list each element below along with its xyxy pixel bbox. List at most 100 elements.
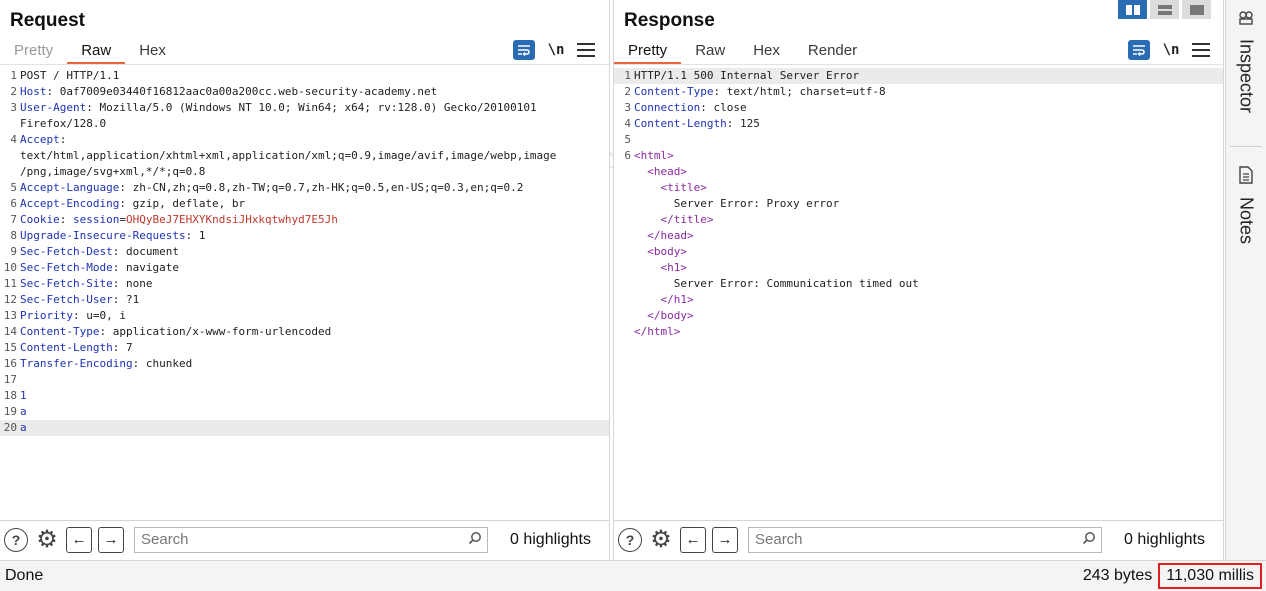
code-line: 16 Transfer-Encoding: chunked: [0, 356, 609, 372]
request-editor[interactable]: 1 POST / HTTP/1.1 2 Host: 0af7009e03440f168…: [0, 68, 609, 436]
line-number: 1: [10, 69, 17, 82]
code-line: 3 User-Agent: Mozilla/5.0 (Windows NT 10.…: [0, 100, 609, 116]
search-icon[interactable]: [1077, 531, 1101, 548]
request-search-box: [134, 526, 488, 553]
response-tab-raw[interactable]: Raw: [681, 40, 739, 64]
layout-side-by-side-icon[interactable]: [1118, 0, 1147, 19]
response-editor[interactable]: 1 HTTP/1.1 500 Internal Server Error 2 Cont…: [614, 68, 1223, 340]
line-number: 5: [10, 181, 17, 194]
code-token: Connection: [634, 101, 701, 114]
line-content: 1: [20, 388, 27, 404]
request-tab-raw[interactable]: Raw: [67, 40, 126, 64]
response-search-input[interactable]: [755, 531, 1077, 548]
line-number: 5: [624, 133, 631, 146]
line-content: Server Error: Communication timed out: [634, 276, 919, 292]
request-tab-pretty[interactable]: Pretty: [0, 40, 67, 64]
code-token: Content-Length: [20, 341, 113, 354]
menu-icon[interactable]: [1192, 43, 1210, 57]
notes-label: Notes: [1236, 197, 1257, 245]
code-line: 12 Sec-Fetch-User: ?1: [0, 292, 609, 308]
help-icon[interactable]: ?: [618, 527, 642, 552]
response-tabs: Pretty Raw Hex Render: [614, 40, 871, 64]
response-tab-pretty[interactable]: Pretty: [614, 40, 682, 64]
line-content: </html>: [634, 324, 680, 340]
inspector-sidebar: Inspector Notes: [1225, 0, 1266, 560]
menu-icon[interactable]: [577, 43, 595, 57]
line-number: 2: [10, 85, 17, 98]
code-token: HTTP/1.1 500 Internal Server Error: [634, 69, 860, 82]
code-line: <body>: [614, 244, 1223, 260]
code-token: : Mozilla/5.0 (Windows NT 10.0; Win64; x…: [86, 101, 537, 114]
line-number: 13: [3, 309, 17, 322]
newline-icon[interactable]: \n: [1160, 42, 1182, 58]
code-line: 8 Upgrade-Insecure-Requests: 1: [0, 228, 609, 244]
inspector-tab[interactable]: Inspector: [1226, 10, 1266, 113]
line-content: </h1>: [634, 292, 694, 308]
request-search-input[interactable]: [141, 531, 463, 548]
code-token: Accept: [20, 133, 60, 146]
code-token: OHQyBeJ7EHXYKndsiJHxkqtwhyd7E5Jh: [125, 213, 338, 226]
code-token: Cookie: [20, 213, 60, 226]
code-token: Accept-Encoding: [20, 197, 120, 210]
line-number: 4: [624, 117, 631, 130]
line-number: [0, 164, 20, 180]
code-token: : 7: [112, 341, 133, 354]
line-number: [0, 116, 20, 132]
code-token: Transfer-Encoding: [20, 357, 133, 370]
line-content: Priority: u=0, i: [20, 308, 126, 324]
code-line: 9 Sec-Fetch-Dest: document: [0, 244, 609, 260]
line-content: Cookie: session=OHQyBeJ7EHXYKndsiJHxkqtw…: [20, 212, 338, 228]
line-number: [614, 196, 634, 212]
code-token: POST / HTTP/1.1: [20, 69, 120, 82]
code-line: </html>: [614, 324, 1223, 340]
code-token: Content-Type: [20, 325, 100, 338]
inspector-label: Inspector: [1236, 39, 1257, 114]
response-tab-render[interactable]: Render: [794, 40, 871, 64]
back-arrow-icon[interactable]: ←: [680, 526, 706, 553]
gear-icon[interactable]: ⚙: [648, 526, 674, 553]
code-token: <h1>: [660, 261, 688, 274]
layout-tabs-icon[interactable]: [1182, 0, 1211, 19]
gear-icon[interactable]: ⚙: [34, 526, 60, 553]
inspector-icon: [1238, 10, 1254, 31]
layout-stacked-icon[interactable]: [1150, 0, 1179, 19]
code-token: : 0af7009e03440f16812aac0a00a200cc.web-s…: [46, 85, 438, 98]
line-content: a: [20, 404, 27, 420]
line-content: /png,image/svg+xml,*/*;q=0.8: [20, 164, 205, 180]
code-token: <body>: [647, 245, 687, 258]
code-token: a: [20, 405, 27, 418]
word-wrap-icon[interactable]: [1128, 40, 1150, 60]
search-icon[interactable]: [463, 531, 487, 548]
code-line: <title>: [614, 180, 1223, 196]
line-number: 3: [624, 101, 631, 114]
line-content: </head>: [634, 228, 694, 244]
response-tab-hex[interactable]: Hex: [739, 40, 794, 64]
code-line: 1 HTTP/1.1 500 Internal Server Error: [614, 68, 1223, 84]
word-wrap-icon[interactable]: [513, 40, 535, 60]
code-token: </head>: [647, 229, 694, 242]
divider: [1230, 146, 1262, 147]
code-line: </h1>: [614, 292, 1223, 308]
help-icon[interactable]: ?: [4, 527, 28, 552]
forward-arrow-icon[interactable]: →: [712, 526, 738, 553]
line-content: <body>: [634, 244, 687, 260]
code-token: : close: [700, 101, 747, 114]
line-content: Content-Type: application/x-www-form-url…: [20, 324, 331, 340]
response-size: 243 bytes: [1082, 567, 1153, 584]
back-arrow-icon[interactable]: ←: [66, 526, 92, 553]
request-tab-hex[interactable]: Hex: [125, 40, 180, 64]
response-highlights-count: 0 highlights: [1124, 530, 1205, 548]
code-token: Sec-Fetch-Site: [20, 277, 113, 290]
line-number: 14: [3, 325, 17, 338]
forward-arrow-icon[interactable]: →: [98, 526, 124, 553]
code-line: Server Error: Communication timed out: [614, 276, 1223, 292]
line-number: 2: [624, 85, 631, 98]
code-token: : navigate: [112, 261, 179, 274]
line-content: Connection: close: [634, 100, 747, 116]
newline-icon[interactable]: \n: [545, 42, 567, 58]
notes-tab[interactable]: Notes: [1226, 166, 1266, 244]
code-token: User-Agent: [20, 101, 87, 114]
